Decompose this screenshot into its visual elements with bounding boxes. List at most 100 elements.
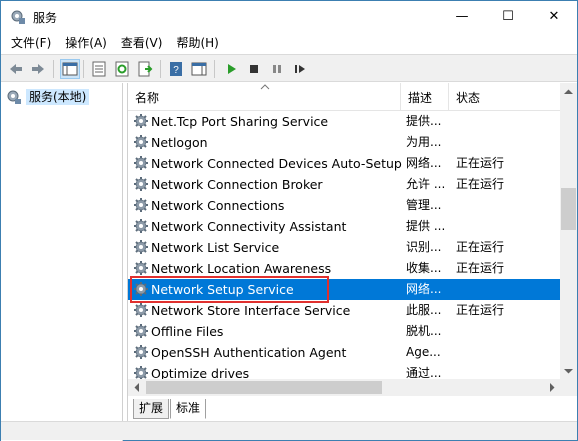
service-name: Net.Tcp Port Sharing Service (151, 114, 329, 129)
service-row[interactable]: Network Store Interface Service 此服... 正在运行 (128, 300, 560, 321)
export-list-button[interactable] (135, 59, 155, 79)
service-gear-icon (134, 345, 148, 359)
maximize-button[interactable]: ☐ (485, 1, 531, 32)
refresh-button[interactable] (112, 59, 132, 79)
service-name: OpenSSH Authentication Agent (151, 345, 347, 360)
service-description: 提供 ... (406, 219, 446, 233)
service-name: Network Connected Devices Auto-Setup (151, 156, 402, 171)
service-row[interactable]: Network Connections 管理... (128, 195, 560, 216)
tree-item-label: 服务(本地) (26, 89, 90, 105)
service-status: 正在运行 (456, 303, 505, 317)
scroll-up-button[interactable] (560, 83, 577, 100)
service-description: Age... (406, 345, 441, 359)
scroll-left-icon (134, 383, 139, 392)
export-icon (138, 61, 153, 77)
service-name: Network Store Interface Service (151, 303, 351, 318)
pause-service-button[interactable] (267, 59, 287, 79)
column-header-status[interactable]: 状态 (448, 83, 560, 111)
menu-bar: 文件(F) 操作(A) 查看(V) 帮助(H) (1, 32, 577, 54)
service-name: Offline Files (151, 324, 224, 339)
service-row[interactable]: Network List Service 识别... 正在运行 (128, 237, 560, 258)
start-service-button[interactable] (221, 59, 241, 79)
service-gear-icon (134, 114, 148, 128)
service-gear-icon (134, 156, 148, 170)
service-row[interactable]: Optimize drives 通过... (128, 363, 560, 379)
scroll-left-button[interactable] (128, 379, 145, 396)
back-button[interactable] (6, 59, 26, 79)
annotation-highlight-box (130, 276, 329, 303)
show-hide-tree-button[interactable] (60, 59, 80, 79)
service-description: 通过... (406, 366, 442, 379)
service-name: Optimize drives (151, 366, 250, 379)
title-bar: 服务 — ☐ ✕ (1, 1, 577, 32)
properties-icon (92, 61, 106, 77)
services-rows: Net.Tcp Port Sharing Service 提供... Netlogo… (128, 111, 560, 379)
restart-service-button[interactable] (290, 59, 310, 79)
service-name: Network Connection Broker (151, 177, 323, 192)
menu-file[interactable]: 文件(F) (4, 32, 58, 54)
list-header: 名称 描述 状态 (128, 83, 560, 111)
toolbar-separator (53, 60, 54, 78)
svg-text:?: ? (173, 65, 179, 76)
service-status: 正在运行 (456, 240, 505, 254)
properties-button[interactable] (89, 59, 109, 79)
refresh-icon (115, 61, 129, 77)
forward-arrow-icon (32, 64, 44, 74)
scroll-down-button[interactable] (560, 362, 577, 379)
service-row[interactable]: Network Connectivity Assistant 提供 ... (128, 216, 560, 237)
toolbar-separator (83, 60, 84, 78)
service-row[interactable]: Network Connected Devices Auto-Setup 网络..… (128, 153, 560, 174)
service-row[interactable]: Net.Tcp Port Sharing Service 提供... (128, 111, 560, 132)
tree-item-services-local[interactable]: 服务(本地) (6, 89, 90, 105)
scroll-right-button[interactable] (543, 379, 560, 396)
scroll-down-icon (564, 368, 573, 373)
action-pane-icon (191, 62, 207, 76)
service-gear-icon (134, 240, 148, 254)
stop-icon (250, 65, 258, 73)
scroll-right-icon (549, 383, 554, 392)
service-description: 网络... (406, 282, 442, 296)
horizontal-scroll-thumb[interactable] (146, 381, 382, 394)
service-row[interactable]: Netlogon 为用... (128, 132, 560, 153)
vertical-scroll-thumb[interactable] (561, 188, 576, 230)
column-header-name[interactable]: 名称 (128, 83, 400, 111)
service-gear-icon (134, 219, 148, 233)
service-status: 正在运行 (456, 156, 505, 170)
menu-view[interactable]: 查看(V) (114, 32, 170, 54)
services-local-icon (7, 90, 21, 104)
service-description: 网络... (406, 156, 442, 170)
service-row[interactable]: OpenSSH Authentication Agent Age... (128, 342, 560, 363)
service-row[interactable]: Offline Files 脱机... (128, 321, 560, 342)
service-name: Network Connections (151, 198, 285, 213)
play-icon (228, 64, 236, 74)
service-description: 脱机... (406, 324, 442, 338)
horizontal-scrollbar[interactable] (128, 379, 560, 396)
services-list-pane: 名称 描述 状态 Net.Tcp Port Sharing Service 提供.… (127, 83, 577, 401)
service-description: 收集... (406, 261, 442, 275)
scrollbar-corner (560, 379, 577, 396)
forward-button[interactable] (28, 59, 48, 79)
minimize-button[interactable]: — (439, 1, 485, 32)
stop-service-button[interactable] (244, 59, 264, 79)
service-row[interactable]: Network Connection Broker 允许 ... 正在运行 (128, 174, 560, 195)
vertical-scrollbar[interactable] (560, 83, 577, 379)
tab-standard[interactable]: 标准 (170, 399, 207, 419)
back-arrow-icon (10, 64, 22, 74)
close-button[interactable]: ✕ (531, 1, 577, 32)
help-button[interactable]: ? (166, 59, 186, 79)
service-description: 为用... (406, 135, 442, 149)
service-name: Network List Service (151, 240, 280, 255)
show-action-pane-button[interactable] (189, 59, 209, 79)
menu-help[interactable]: 帮助(H) (169, 32, 225, 54)
service-gear-icon (134, 177, 148, 191)
service-description: 识别... (406, 240, 442, 254)
menu-action[interactable]: 操作(A) (58, 32, 114, 54)
view-tabs: 扩展 标准 (127, 399, 577, 421)
service-gear-icon (134, 135, 148, 149)
column-header-description[interactable]: 描述 (400, 83, 448, 111)
service-description: 管理... (406, 198, 442, 212)
services-window: 服务 — ☐ ✕ 文件(F) 操作(A) 查看(V) 帮助(H) ? 服务(本地… (0, 0, 578, 441)
service-gear-icon (134, 198, 148, 212)
window-title: 服务 (33, 11, 58, 25)
tab-extended[interactable]: 扩展 (133, 399, 170, 419)
